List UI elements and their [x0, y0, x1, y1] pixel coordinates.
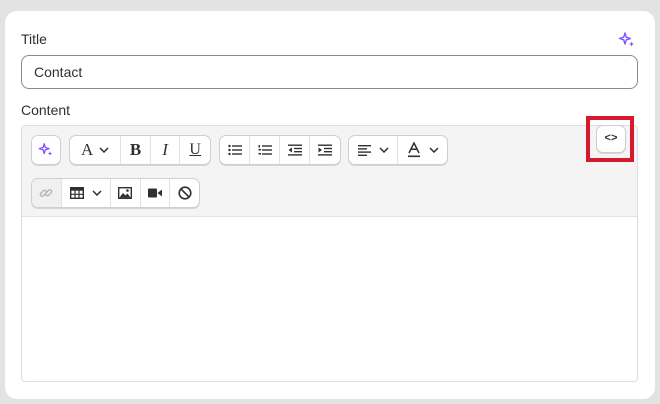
numbered-list-button[interactable]	[250, 136, 280, 164]
chevron-down-icon	[378, 147, 389, 153]
italic-icon: I	[162, 140, 168, 159]
ai-generate-group	[31, 135, 61, 165]
editor-content-area[interactable]	[22, 218, 637, 381]
chevron-down-icon	[92, 190, 102, 196]
font-style-icon: A	[80, 140, 94, 159]
page-card: Title Content	[5, 11, 655, 399]
video-icon	[148, 188, 163, 198]
italic-button[interactable]: I	[151, 136, 181, 164]
title-input[interactable]	[21, 55, 638, 89]
align-dropdown[interactable]	[349, 136, 399, 164]
table-icon	[69, 187, 84, 199]
sparkle-icon[interactable]	[618, 31, 636, 49]
code-view-icon: <>	[604, 133, 618, 145]
numbered-list-icon	[258, 144, 272, 156]
insert-video-button[interactable]	[141, 179, 171, 207]
text-color-icon	[407, 142, 421, 158]
chevron-down-icon	[428, 147, 439, 153]
link-icon	[39, 186, 53, 200]
title-label: Title	[21, 31, 47, 47]
rich-text-editor: A B I U	[21, 125, 638, 382]
clear-formatting-button[interactable]	[170, 179, 199, 207]
code-view-highlight: <>	[586, 116, 634, 162]
bold-button[interactable]: B	[121, 136, 151, 164]
chevron-down-icon	[99, 147, 109, 153]
outdent-icon	[287, 144, 302, 156]
align-color-group	[348, 135, 448, 165]
ai-generate-button[interactable]	[32, 136, 60, 164]
clear-format-icon	[178, 186, 192, 200]
text-format-group: A B I U	[69, 135, 211, 165]
indent-button[interactable]	[310, 136, 340, 164]
bold-icon: B	[129, 140, 142, 159]
code-view-button[interactable]: <>	[596, 125, 626, 153]
image-icon	[118, 187, 133, 199]
sparkle-icon	[38, 142, 54, 158]
bulleted-list-button[interactable]	[220, 136, 250, 164]
text-color-dropdown[interactable]	[398, 136, 447, 164]
content-label: Content	[21, 102, 71, 118]
underline-icon: U	[189, 141, 201, 158]
table-dropdown[interactable]	[62, 179, 112, 207]
align-left-icon	[357, 144, 371, 156]
indent-icon	[318, 144, 332, 156]
list-indent-group	[219, 135, 341, 165]
outdent-button[interactable]	[280, 136, 310, 164]
font-style-dropdown[interactable]: A	[70, 136, 122, 164]
insert-image-button[interactable]	[111, 179, 141, 207]
bulleted-list-icon	[227, 144, 242, 156]
insert-group	[31, 178, 200, 208]
editor-toolbar: A B I U	[22, 126, 637, 217]
underline-button[interactable]: U	[180, 136, 210, 164]
link-button[interactable]	[32, 179, 62, 207]
